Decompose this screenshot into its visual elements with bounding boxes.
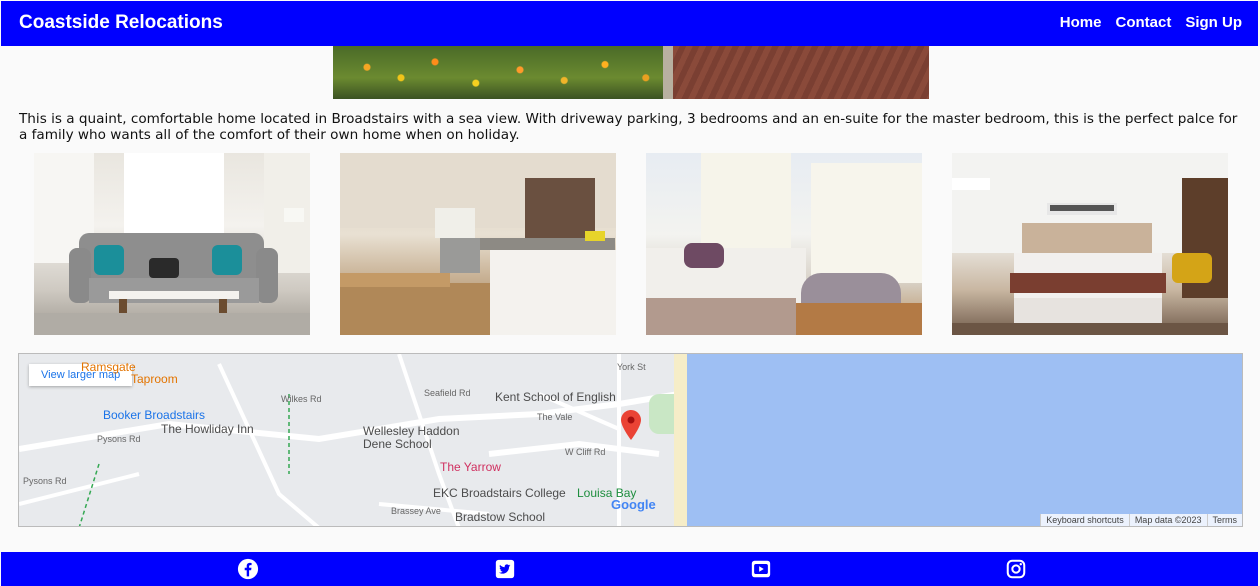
map-label-pysons-2: Pysons Rd	[23, 476, 67, 486]
instagram-icon[interactable]	[1005, 558, 1027, 580]
footer	[1, 552, 1258, 586]
location-pin-icon[interactable]	[621, 410, 641, 440]
facebook-icon[interactable]	[237, 558, 259, 580]
map-label-ramsgate: Ramsgate	[81, 360, 136, 374]
map-label-the-vale: The Vale	[537, 412, 573, 422]
hero-pavement	[673, 46, 929, 99]
terms-link[interactable]: Terms	[1206, 514, 1243, 526]
brand-logo[interactable]: Coastside Relocations	[19, 12, 223, 34]
photo-bedroom	[646, 153, 922, 335]
nav-link-sign-up[interactable]: Sign Up	[1185, 14, 1242, 31]
property-description: This is a quaint, comfortable home locat…	[19, 111, 1238, 143]
navbar: Coastside Relocations Home Contact Sign …	[1, 1, 1258, 46]
nav-links: Home Contact Sign Up	[1060, 14, 1242, 31]
youtube-icon[interactable]	[750, 558, 772, 580]
hero-flowerbed	[333, 46, 673, 99]
photo-master-bedroom	[952, 153, 1228, 335]
map-label-wilkes: Wilkes Rd	[281, 394, 322, 404]
map-label-yarrow: The Yarrow	[440, 460, 501, 474]
map-label-brassey: Brassey Ave	[391, 506, 441, 516]
map-data-credit: Map data ©2023	[1128, 514, 1207, 526]
map-footer: Keyboard shortcuts Map data ©2023 Terms	[1040, 514, 1242, 526]
map-label-taproom: Taproom	[131, 372, 178, 386]
embedded-map[interactable]: View larger map Ramsgate Taproom Booker …	[18, 353, 1243, 527]
map-label-ekc: EKC Broadstairs College	[433, 486, 566, 500]
map-label-seafield: Seafield Rd	[424, 388, 471, 398]
nav-link-contact[interactable]: Contact	[1115, 14, 1171, 31]
map-sea	[687, 354, 1242, 526]
keyboard-shortcuts-link[interactable]: Keyboard shortcuts	[1040, 514, 1129, 526]
map-label-kent-school: Kent School of English	[495, 390, 616, 404]
map-label-wellesley-2: Dene School	[363, 437, 432, 451]
photo-living-room	[34, 153, 310, 335]
hero-image	[333, 46, 929, 99]
twitter-icon[interactable]	[494, 558, 516, 580]
map-label-howliday: The Howliday Inn	[161, 422, 254, 436]
map-label-pysons-1: Pysons Rd	[97, 434, 141, 444]
photo-kitchen	[340, 153, 616, 335]
map-label-bradstow: Bradstow School	[455, 510, 546, 524]
map-label-booker: Booker Broadstairs	[103, 408, 206, 422]
map-label-w-cliff: W Cliff Rd	[565, 447, 606, 457]
map-label-york: York St	[617, 362, 646, 372]
map-label-wellesley-1: Wellesley Haddon	[363, 424, 460, 438]
google-logo: Google	[611, 497, 656, 512]
nav-link-home[interactable]: Home	[1060, 14, 1102, 31]
